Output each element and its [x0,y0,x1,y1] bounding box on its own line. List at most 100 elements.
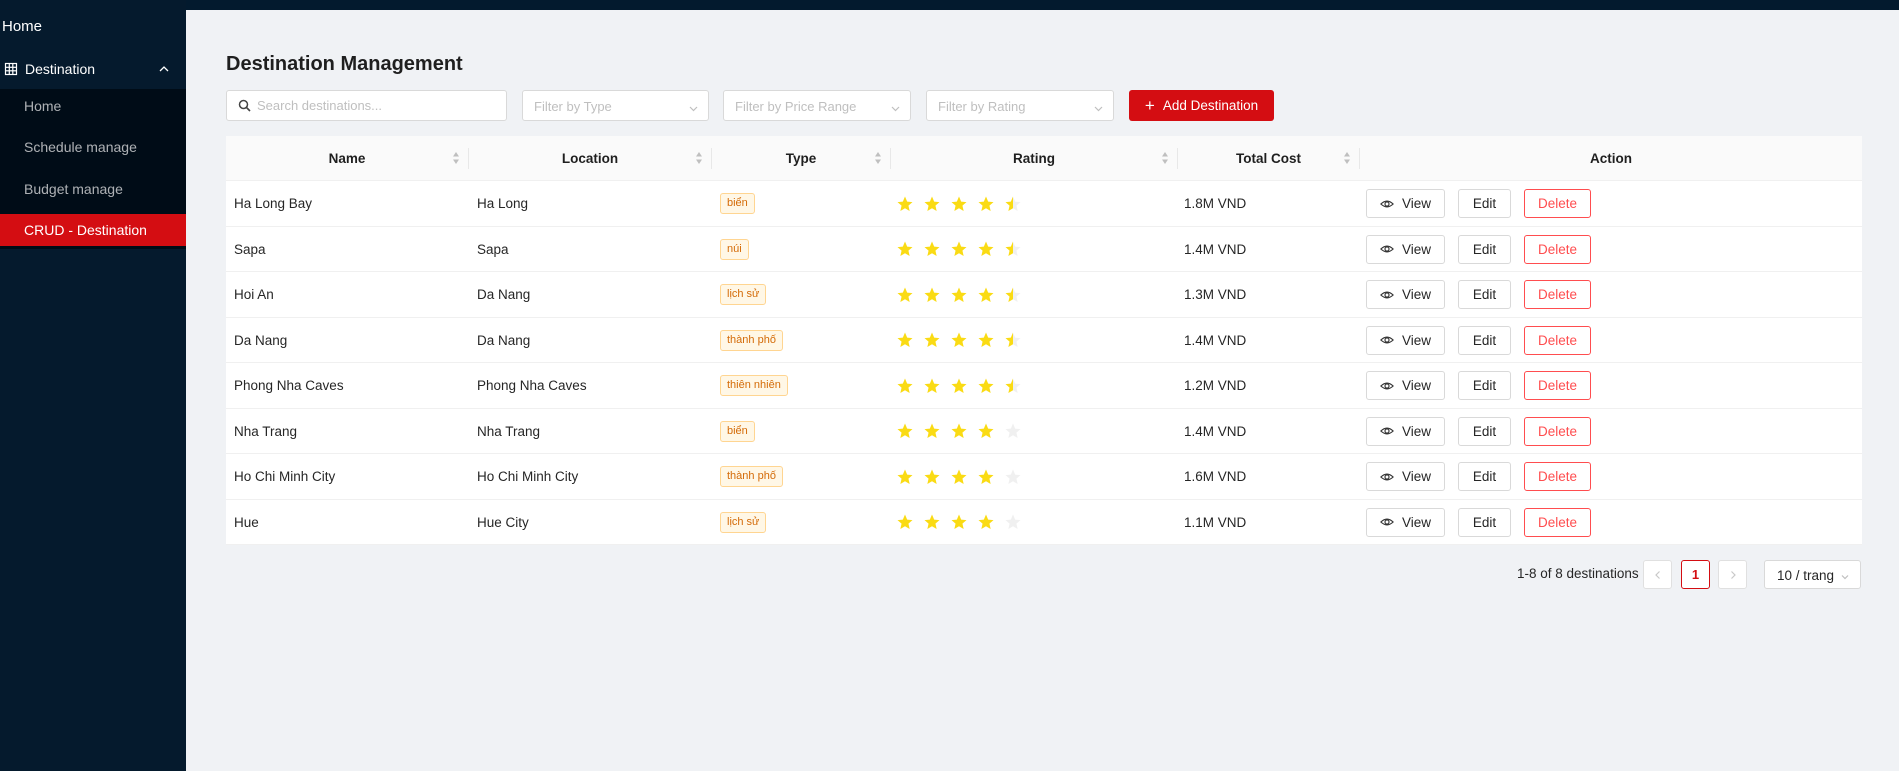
star-icon [897,423,913,439]
filter-price-placeholder: Filter by Price Range [735,99,857,114]
eye-icon [1380,470,1394,484]
edit-button[interactable]: Edit [1458,325,1511,355]
cell-name: Sapa [234,241,266,257]
delete-button[interactable]: Delete [1524,371,1591,400]
chevron-down-icon [1093,101,1104,112]
edit-button[interactable]: Edit [1458,507,1511,537]
star-icon [951,287,967,302]
eye-icon [1380,379,1394,393]
star-icon [951,423,967,439]
sort-icon[interactable] [452,151,460,165]
filter-rating-select[interactable]: Filter by Rating [926,90,1114,121]
cell-location: Da Nang [477,332,531,348]
view-button[interactable]: View [1366,371,1445,400]
search-input[interactable] [257,98,497,113]
sort-icon[interactable] [874,151,882,165]
cell-name: Ho Chi Minh City [234,469,336,484]
cell-total-cost: 1.3M VND [1184,287,1247,302]
delete-button[interactable]: Delete [1524,462,1591,491]
delete-button[interactable]: Delete [1524,416,1591,446]
view-label: View [1401,423,1432,439]
sort-icon[interactable] [1161,151,1169,165]
cell-rating [896,363,1022,408]
edit-button[interactable]: Edit [1458,462,1511,491]
column-header-name[interactable]: Name [226,136,468,181]
type-tag: thiên nhiên [720,375,788,396]
star-icon [897,196,913,211]
column-header-type[interactable]: Type [712,136,890,181]
star-icon [897,469,913,484]
star-icon [978,378,994,393]
edit-button[interactable]: Edit [1458,189,1511,218]
star-half-icon [1005,287,1021,302]
edit-button[interactable]: Edit [1458,280,1511,309]
search-icon [238,99,251,112]
view-button[interactable]: View [1366,462,1445,491]
table-row: Da Nang Da Nang thành phố 1.4M VND View Edit D… [226,318,1862,363]
star-icon [951,241,967,257]
rating-stars [896,422,1022,440]
filter-type-select[interactable]: Filter by Type [522,90,709,121]
column-header-rating[interactable]: Rating [891,136,1177,181]
sidebar-item-budget[interactable]: Budget manage [0,173,186,205]
pagination-next-button[interactable] [1718,560,1747,589]
add-destination-button[interactable]: + Add Destination [1129,90,1274,121]
cell-total-cost: 1.2M VND [1184,378,1247,393]
view-button[interactable]: View [1366,234,1445,264]
edit-button[interactable]: Edit [1458,234,1511,264]
edit-button[interactable]: Edit [1458,416,1511,446]
view-label: View [1401,332,1432,348]
delete-button[interactable]: Delete [1524,189,1591,218]
chevron-up-icon [158,62,170,74]
sidebar-group-label: Destination [25,61,96,77]
pagination-page-1[interactable]: 1 [1681,560,1710,589]
filter-type-placeholder: Filter by Type [534,99,612,114]
star-icon [924,287,940,302]
sort-icon[interactable] [695,151,703,165]
sidebar-item-schedule[interactable]: Schedule manage [0,131,186,163]
view-button[interactable]: View [1366,280,1445,309]
pagination-prev-button[interactable] [1643,560,1672,589]
rating-stars [896,468,1022,486]
star-half-icon [1005,378,1021,393]
delete-button[interactable]: Delete [1524,280,1591,309]
view-button[interactable]: View [1366,416,1445,446]
delete-button[interactable]: Delete [1524,507,1591,537]
view-button[interactable]: View [1366,325,1445,355]
type-tag: thành phố [720,329,783,351]
cell-rating [896,500,1022,545]
table-row: Phong Nha Caves Phong Nha Caves thiên nhiê… [226,363,1862,409]
star-empty-icon [1005,514,1021,530]
rating-stars [896,240,1022,258]
delete-button[interactable]: Delete [1524,234,1591,264]
filter-price-select[interactable]: Filter by Price Range [723,90,911,121]
table-row: Sapa Sapa núi 1.4M VND View Edit Delete [226,227,1862,272]
cell-name: Nha Trang [234,423,298,439]
cell-location: Sapa [477,241,509,257]
add-destination-label: Add Destination [1162,98,1259,113]
sort-icon[interactable] [1343,151,1351,165]
column-label: Action [1590,151,1632,166]
page-size-value: 10 / trang [1777,568,1835,583]
table-row: Nha Trang Nha Trang biển 1.4M VND View Edit De… [226,409,1862,454]
star-icon [924,241,940,257]
star-empty-icon [1005,423,1021,439]
cell-location: Ho Chi Minh City [477,469,579,484]
delete-button[interactable]: Delete [1524,325,1591,355]
page-size-select[interactable]: 10 / trang [1764,560,1861,589]
column-header-total-cost[interactable]: Total Cost [1178,136,1359,181]
star-icon [924,332,940,348]
sidebar-item-crud-destination[interactable]: CRUD - Destination [0,214,186,246]
star-icon [924,469,940,484]
column-header-location[interactable]: Location [469,136,711,181]
sidebar-group-destination[interactable]: Destination [0,56,186,82]
view-button[interactable]: View [1366,507,1445,537]
star-icon [897,287,913,302]
cell-name: Ha Long Bay [234,196,313,211]
star-icon [924,378,940,393]
view-button[interactable]: View [1366,189,1445,218]
edit-button[interactable]: Edit [1458,371,1511,400]
sidebar-item-home[interactable]: Home [0,90,186,122]
search-box[interactable] [226,90,507,121]
sidebar-home-link[interactable]: Home [2,18,42,35]
